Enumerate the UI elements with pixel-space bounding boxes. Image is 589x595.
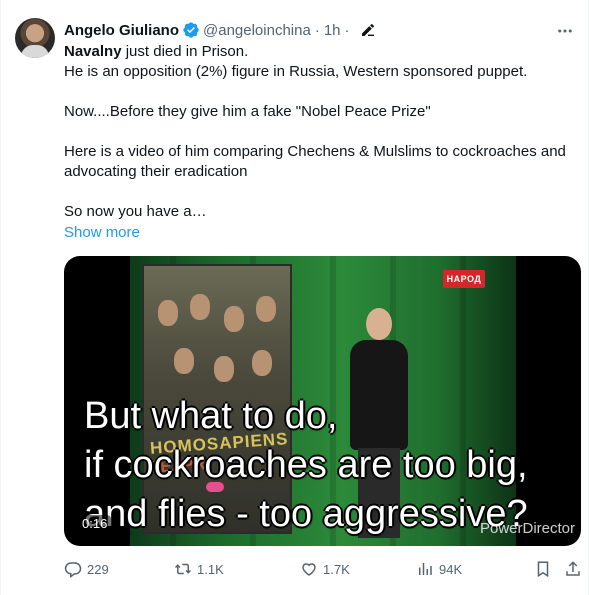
powerdirector-watermark: PowerDirector <box>479 520 575 537</box>
tweet-header: Angelo Giuliano @angeloinchina · 1h · <box>64 20 376 40</box>
repost-count: 1.1K <box>197 561 224 577</box>
like-button[interactable]: 1.7K <box>300 560 350 578</box>
channel-logo: НАРОД <box>443 270 485 288</box>
bookmark-button[interactable] <box>534 560 552 578</box>
separator-dot: · <box>314 21 320 39</box>
repost-button[interactable]: 1.1K <box>174 560 224 578</box>
text-line: He is an opposition (2%) figure in Russi… <box>64 63 528 80</box>
views-button[interactable]: 94K <box>416 560 462 578</box>
show-more-link[interactable]: Show more <box>64 223 140 243</box>
reply-icon <box>64 562 82 578</box>
text-line: Navalny just died in Prison. <box>64 42 579 62</box>
author-name[interactable]: Angelo Giuliano <box>64 22 179 39</box>
text-fragment: just died in Prison. <box>121 43 249 60</box>
subtitle-line: But what to do, <box>84 395 338 437</box>
views-chart-icon <box>419 563 432 575</box>
repost-icon <box>174 563 192 575</box>
views-count: 94K <box>439 561 463 577</box>
author-handle[interactable]: @angeloinchina <box>203 22 311 39</box>
post-time[interactable]: 1h <box>324 22 341 39</box>
video-player[interactable]: HOMOSAPIENS BEZPR НАРОД But what to do, … <box>64 256 581 546</box>
video-subtitle: But what to do, if cockroaches are too b… <box>84 392 574 539</box>
video-timestamp: 0:16 <box>78 515 112 533</box>
action-bar: 229 1.1K 1.7K 94K <box>64 560 584 580</box>
text-line: Now....Before they give him a fake "Nobe… <box>64 103 431 120</box>
text-line: Here is a video of him comparing Chechen… <box>64 143 566 180</box>
subtitle-line: if cockroaches are too big, <box>84 444 528 486</box>
like-count: 1.7K <box>323 561 350 577</box>
reply-count: 229 <box>87 561 109 577</box>
reply-button[interactable]: 229 <box>64 560 109 578</box>
avatar[interactable] <box>15 18 55 58</box>
tweet: Angelo Giuliano @angeloinchina · 1h · Na… <box>0 0 589 595</box>
more-dots-icon[interactable] <box>556 22 574 40</box>
heart-icon <box>302 563 316 576</box>
separator-dot: · <box>344 21 350 39</box>
edit-pencil-icon[interactable] <box>360 22 376 38</box>
tweet-text: Navalny just died in Prison. He is an op… <box>64 42 579 222</box>
bookmark-icon <box>537 561 549 578</box>
mention-name: Navalny <box>64 43 122 60</box>
verified-badge-icon <box>183 22 199 38</box>
share-button[interactable] <box>564 560 582 578</box>
text-line: So now you have a… <box>64 203 207 220</box>
share-icon <box>566 561 580 576</box>
